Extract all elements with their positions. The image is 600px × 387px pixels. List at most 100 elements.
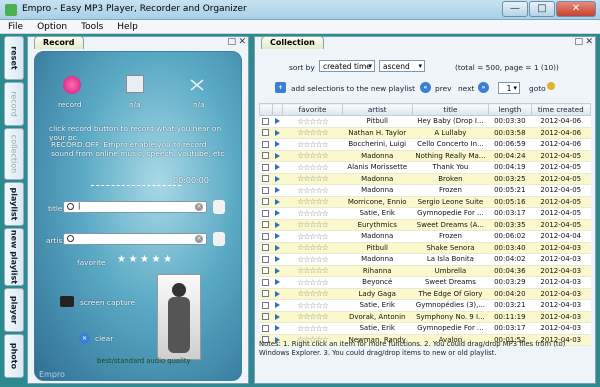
table-row[interactable]: ☆☆☆☆☆ Madonna Frozen 00:05:21 2012-04-05 — [259, 184, 591, 197]
menu-option[interactable]: Option — [37, 20, 67, 33]
menu-help[interactable]: Help — [117, 20, 138, 33]
table-row[interactable]: ☆☆☆☆☆ Beyoncé Sweet Dreams 00:03:29 2012-04-… — [259, 276, 591, 289]
row-favorite[interactable]: ☆☆☆☆☆ — [282, 161, 343, 174]
scissors-icon[interactable] — [188, 76, 206, 94]
next-link[interactable]: next — [458, 84, 474, 93]
row-checkbox[interactable] — [259, 150, 273, 162]
row-favorite[interactable]: ☆☆☆☆☆ — [282, 219, 343, 231]
table-row[interactable]: ☆☆☆☆☆ Pitbull Hey Baby (Drop I... 00:03:30 2… — [259, 115, 591, 128]
play-icon[interactable] — [272, 184, 283, 197]
minimize-button[interactable]: — — [502, 1, 528, 17]
header-favorite[interactable]: favorite — [282, 103, 343, 116]
header-title[interactable]: title — [411, 103, 490, 116]
table-row[interactable]: ☆☆☆☆☆ Alanis Morissette Thank You 00:04:19 2… — [259, 161, 591, 174]
row-checkbox[interactable] — [259, 219, 273, 231]
table-row[interactable]: ☆☆☆☆☆ Nathan H. Taylor A Lullaby 00:03:58 20… — [259, 127, 591, 139]
clear-icon[interactable]: ✕ — [79, 333, 90, 344]
row-checkbox[interactable] — [259, 230, 273, 243]
title-input[interactable]: | × — [63, 201, 207, 213]
row-checkbox[interactable] — [259, 265, 273, 277]
quality-label[interactable]: best/standard audio quality — [97, 357, 191, 365]
row-favorite[interactable]: ☆☆☆☆☆ — [282, 173, 343, 185]
row-checkbox[interactable] — [259, 276, 273, 289]
row-checkbox[interactable] — [259, 115, 273, 128]
table-row[interactable]: ☆☆☆☆☆ Dvorak, Antonin Symphony No. 9 I... 0… — [259, 311, 591, 323]
star-icon[interactable]: ★ — [140, 254, 149, 265]
hand-pointer-icon[interactable] — [213, 232, 225, 246]
star-icon[interactable]: ★ — [117, 254, 126, 265]
collection-close-icon[interactable]: ✕ — [585, 37, 593, 47]
row-favorite[interactable]: ☆☆☆☆☆ — [282, 242, 343, 254]
star-icon[interactable]: ★ — [163, 254, 172, 265]
artist-input[interactable]: × — [63, 233, 207, 245]
table-row[interactable]: ☆☆☆☆☆ Madonna Nothing Really Ma... 00:04:24… — [259, 150, 591, 162]
sidetab-photo[interactable]: photo — [4, 334, 24, 378]
sort-order-select[interactable]: ascend — [379, 60, 425, 72]
play-icon[interactable] — [272, 127, 283, 139]
record-pin-icon[interactable]: □ — [227, 37, 236, 47]
play-icon[interactable] — [272, 242, 283, 254]
row-checkbox[interactable] — [259, 299, 273, 312]
row-favorite[interactable]: ☆☆☆☆☆ — [282, 150, 343, 162]
row-favorite[interactable]: ☆☆☆☆☆ — [282, 184, 343, 197]
record-dot-icon[interactable] — [63, 76, 81, 94]
record-close-icon[interactable]: ✕ — [238, 37, 246, 47]
tab-record[interactable]: Record — [34, 36, 84, 49]
row-favorite[interactable]: ☆☆☆☆☆ — [282, 311, 343, 323]
play-icon[interactable] — [272, 265, 283, 277]
row-favorite[interactable]: ☆☆☆☆☆ — [282, 276, 343, 289]
table-row[interactable]: ☆☆☆☆☆ Satie, Erik Gymnopedie For ... 00:03:… — [259, 322, 591, 335]
next-icon[interactable]: » — [478, 82, 489, 93]
sidetab-player[interactable]: player — [4, 288, 24, 332]
row-checkbox[interactable] — [259, 253, 273, 266]
table-row[interactable]: ☆☆☆☆☆ Satie, Erik Gymnopédies (3),... 00:03… — [259, 299, 591, 312]
star-icon[interactable]: ★ — [129, 254, 138, 265]
play-icon[interactable] — [272, 196, 283, 208]
play-icon[interactable] — [272, 276, 283, 289]
clear-field-icon[interactable]: × — [195, 235, 203, 243]
header-time-created[interactable]: time created — [530, 103, 592, 116]
row-checkbox[interactable] — [259, 173, 273, 185]
star-icon[interactable]: ★ — [152, 254, 161, 265]
row-checkbox[interactable] — [259, 322, 273, 335]
row-favorite[interactable]: ☆☆☆☆☆ — [282, 299, 343, 312]
row-checkbox[interactable] — [259, 138, 273, 151]
header-length[interactable]: length — [488, 103, 532, 116]
sidetab-new-playlist[interactable]: new playlist — [4, 228, 24, 286]
header-artist[interactable]: artist — [341, 103, 413, 116]
maximize-button[interactable]: □ — [529, 1, 555, 17]
hand-pointer-icon[interactable] — [213, 200, 225, 214]
row-favorite[interactable]: ☆☆☆☆☆ — [282, 265, 343, 277]
row-favorite[interactable]: ☆☆☆☆☆ — [282, 253, 343, 266]
play-icon[interactable] — [272, 219, 283, 231]
row-checkbox[interactable] — [259, 288, 273, 300]
play-icon[interactable] — [272, 288, 283, 300]
play-icon[interactable] — [272, 173, 283, 185]
table-row[interactable]: ☆☆☆☆☆ Eurythmics Sweet Dreams (A... 00:03:3… — [259, 219, 591, 231]
menu-tools[interactable]: Tools — [81, 20, 103, 33]
play-icon[interactable] — [272, 253, 283, 266]
play-icon[interactable] — [272, 230, 283, 243]
favorite-rating[interactable]: ★ ★ ★ ★ ★ — [117, 254, 172, 265]
prev-link[interactable]: prev — [435, 84, 452, 93]
row-favorite[interactable]: ☆☆☆☆☆ — [282, 288, 343, 300]
clear-field-icon[interactable]: × — [195, 203, 203, 211]
row-checkbox[interactable] — [259, 311, 273, 323]
play-icon[interactable] — [272, 161, 283, 174]
table-row[interactable]: ☆☆☆☆☆ Pitbull Shake Senora 00:03:40 2012-04-… — [259, 242, 591, 254]
row-favorite[interactable]: ☆☆☆☆☆ — [282, 230, 343, 243]
play-icon[interactable] — [272, 150, 283, 162]
table-row[interactable]: ☆☆☆☆☆ Boccherini, Luigi Cello Concerto In.… — [259, 138, 591, 151]
sidetab-playlist[interactable]: playlist — [4, 182, 24, 226]
sort-field-select[interactable]: created time — [319, 60, 375, 72]
table-row[interactable]: ☆☆☆☆☆ Satie, Erik Gymnopedie For ... 00:03:… — [259, 207, 591, 220]
play-icon[interactable] — [272, 138, 283, 151]
play-icon[interactable] — [272, 299, 283, 312]
play-icon[interactable] — [272, 311, 283, 323]
goto-icon[interactable] — [547, 82, 555, 90]
row-favorite[interactable]: ☆☆☆☆☆ — [282, 207, 343, 220]
goto-link[interactable]: goto — [529, 84, 546, 93]
close-button[interactable]: ✕ — [556, 1, 596, 17]
row-checkbox[interactable] — [259, 196, 273, 208]
table-row[interactable]: ☆☆☆☆☆ Morricone, Ennio Sergio Leone Suite 0… — [259, 196, 591, 208]
